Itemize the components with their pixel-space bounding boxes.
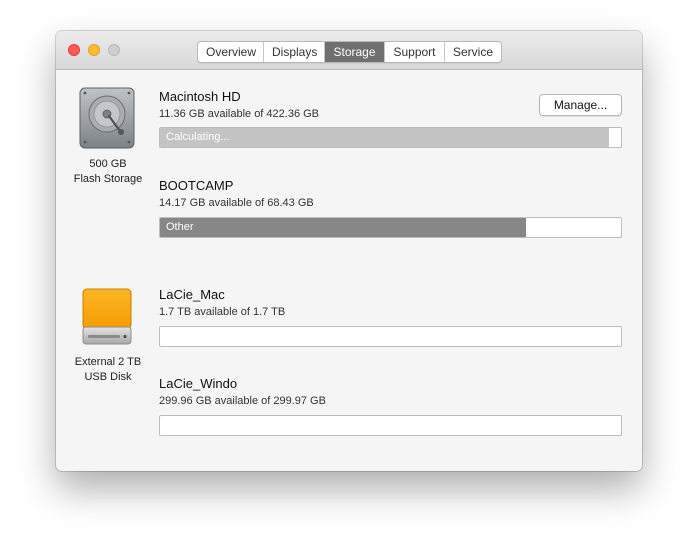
storage-bar-used: [160, 218, 526, 237]
volume-name: BOOTCAMP: [159, 178, 234, 193]
storage-bar: Other: [159, 217, 622, 238]
volume-available: 14.17 GB available of 68.43 GB: [159, 197, 314, 209]
titlebar: Overview Displays Storage Support Servic…: [56, 31, 642, 70]
about-this-mac-window: Overview Displays Storage Support Servic…: [56, 31, 642, 471]
volume-available: 299.96 GB available of 299.97 GB: [159, 395, 326, 407]
tab-storage[interactable]: Storage: [325, 42, 385, 62]
internal-drive-icon: [79, 87, 135, 149]
manage-button[interactable]: Manage...: [539, 94, 622, 116]
volume-name: Macintosh HD: [159, 89, 241, 104]
volume-available: 1.7 TB available of 1.7 TB: [159, 306, 286, 318]
tab-displays[interactable]: Displays: [264, 42, 325, 62]
internal-drive-caption: 500 GB Flash Storage: [58, 157, 158, 187]
external-drive-icon: [82, 288, 132, 345]
tab-service[interactable]: Service: [445, 42, 501, 62]
close-button[interactable]: [68, 44, 80, 56]
minimize-button[interactable]: [88, 44, 100, 56]
internal-drive-capacity: 500 GB: [89, 158, 127, 170]
zoom-button[interactable]: [108, 44, 120, 56]
volume-available: 11.36 GB available of 422.36 GB: [159, 108, 320, 120]
tab-support[interactable]: Support: [385, 42, 445, 62]
external-drive-capacity: External 2 TB: [74, 356, 142, 368]
volume-name: LaCie_Windo: [159, 376, 238, 391]
tab-bar: Overview Displays Storage Support Servic…: [197, 41, 502, 63]
external-drive-caption: External 2 TB USB Disk: [58, 355, 158, 385]
storage-bar-label: Calculating...: [166, 131, 230, 143]
storage-bar: Calculating...: [159, 127, 622, 148]
storage-bar: [159, 415, 622, 436]
internal-drive-type: Flash Storage: [73, 173, 143, 185]
tab-overview[interactable]: Overview: [198, 42, 264, 62]
external-drive-type: USB Disk: [84, 371, 132, 383]
storage-bar-label: Other: [166, 221, 194, 233]
volume-name: LaCie_Mac: [159, 287, 225, 302]
storage-bar: [159, 326, 622, 347]
